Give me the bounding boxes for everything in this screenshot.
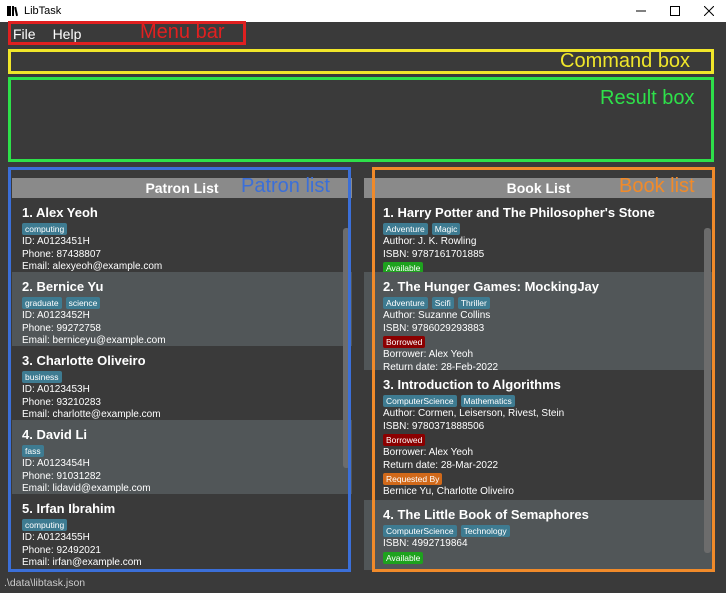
book-author: Author: Suzanne Collins	[383, 310, 491, 321]
book-title: 3. Introduction to Algorithms	[383, 377, 561, 392]
book-isbn: ISBN: 9787161701885	[383, 248, 485, 260]
book-isbn: ISBN: 9780371888506	[383, 420, 485, 432]
result-box	[12, 80, 712, 158]
book-tag: Adventure	[383, 223, 428, 235]
patron-name: 4. David Li	[22, 427, 88, 442]
patron-card[interactable]: 1. Alex Yeoh computing ID: A0123451H Pho…	[12, 198, 352, 272]
app-icon	[6, 5, 18, 17]
patron-phone: Phone: 92492021	[22, 544, 101, 556]
patron-phone: Phone: 87438807	[22, 248, 101, 260]
status-badge: Borrowed	[383, 434, 426, 446]
maximize-icon	[670, 6, 680, 16]
close-button[interactable]	[692, 0, 726, 22]
patron-id: ID: A0123453H	[22, 384, 90, 395]
patron-id: ID: A0123454H	[22, 458, 90, 469]
status-bar: .\data\libtask.json	[0, 572, 726, 593]
close-icon	[704, 6, 714, 16]
book-tag: ComputerScience	[383, 525, 457, 537]
book-author: Author: J. K. Rowling	[383, 236, 477, 247]
patron-tag: business	[22, 371, 62, 383]
menu-bar: File Help	[0, 22, 726, 46]
book-list-title: Book List	[506, 180, 571, 196]
patron-name: 2. Bernice Yu	[22, 279, 104, 294]
patron-tag: fass	[22, 445, 44, 457]
book-tag: Mathematics	[460, 395, 515, 407]
patron-name: 5. Irfan Ibrahim	[22, 501, 116, 516]
book-tag: ComputerScience	[383, 395, 457, 407]
patron-list-title: Patron List	[145, 180, 219, 196]
book-borrower: Borrower: Alex Yeoh	[383, 349, 474, 360]
book-list-scrollbar[interactable]	[704, 228, 711, 553]
patron-email: Email: irfan@example.com	[22, 557, 142, 568]
book-tag: Magic	[431, 223, 461, 235]
book-list[interactable]: 1. Harry Potter and The Philosopher's St…	[364, 198, 713, 570]
book-card[interactable]: 2. The Hunger Games: MockingJay Adventur…	[364, 272, 713, 373]
patron-list[interactable]: 1. Alex Yeoh computing ID: A0123451H Pho…	[12, 198, 352, 570]
requested-badge: Requested By	[383, 473, 443, 485]
patron-tag: science	[65, 297, 101, 309]
title-bar: LibTask	[0, 0, 726, 22]
patron-name: 3. Charlotte Oliveiro	[22, 353, 146, 368]
book-borrower: Borrower: Alex Yeoh	[383, 447, 474, 458]
patron-id: ID: A0123452H	[22, 310, 90, 321]
text-caret	[19, 9, 20, 24]
book-tag: Adventure	[383, 297, 428, 309]
minimize-button[interactable]	[624, 0, 658, 22]
book-list-header: Book List	[364, 178, 713, 198]
command-input[interactable]	[12, 52, 712, 72]
patron-list-header: Patron List	[12, 178, 352, 198]
status-badge: Borrowed	[383, 336, 426, 348]
patron-phone: Phone: 99272758	[22, 322, 101, 334]
book-tag: Technology	[460, 525, 510, 537]
status-badge: Available	[383, 551, 424, 564]
menu-file[interactable]: File	[13, 26, 36, 42]
patron-card[interactable]: 5. Irfan Ibrahim computing ID: A0123455H…	[12, 494, 352, 568]
patron-id: ID: A0123455H	[22, 532, 90, 543]
book-title: 1. Harry Potter and The Philosopher's St…	[383, 205, 655, 220]
book-list-panel: Book List 1. Harry Potter and The Philos…	[364, 178, 713, 570]
patron-card[interactable]: 2. Bernice Yu graduate science ID: A01234…	[12, 272, 352, 346]
patron-tag: graduate	[22, 297, 62, 309]
app-window: LibTask File Help Patron List 1. Alex Ye…	[0, 0, 726, 593]
book-tag: Thriller	[457, 297, 490, 309]
book-title: 2. The Hunger Games: MockingJay	[383, 279, 600, 294]
book-card[interactable]: 3. Introduction to Algorithms ComputerSc…	[364, 370, 713, 500]
book-author: Author: Cormen, Leiserson, Rivest, Stein	[383, 408, 565, 419]
window-title: LibTask	[24, 5, 62, 17]
book-card[interactable]: 1. Harry Potter and The Philosopher's St…	[364, 198, 713, 274]
book-title: 4. The Little Book of Semaphores	[383, 507, 589, 522]
patron-list-panel: Patron List 1. Alex Yeoh computing ID: A…	[12, 178, 352, 570]
book-isbn: ISBN: 9786029293883	[383, 322, 485, 334]
maximize-button[interactable]	[658, 0, 692, 22]
book-return-date: Return date: 28-Mar-2022	[383, 459, 499, 471]
patron-tag: computing	[22, 519, 68, 531]
book-requested-by: Bernice Yu, Charlotte Oliveiro	[383, 486, 514, 497]
book-isbn: ISBN: 4992719864	[383, 538, 468, 549]
patron-list-scrollbar[interactable]	[343, 228, 350, 468]
minimize-icon	[636, 10, 646, 12]
patron-tag: computing	[22, 223, 68, 235]
patron-phone: Phone: 91031282	[22, 470, 101, 482]
book-tag: Scifi	[431, 297, 454, 309]
menu-help[interactable]: Help	[53, 26, 82, 42]
patron-name: 1. Alex Yeoh	[22, 205, 98, 220]
patron-card[interactable]: 4. David Li fass ID: A0123454H Phone: 91…	[12, 420, 352, 494]
command-box	[0, 46, 726, 78]
book-card[interactable]: 4. The Little Book of Semaphores Compute…	[364, 500, 713, 570]
patron-phone: Phone: 93210283	[22, 396, 101, 408]
patron-id: ID: A0123451H	[22, 236, 90, 247]
patron-card[interactable]: 3. Charlotte Oliveiro business ID: A0123…	[12, 346, 352, 420]
data-file-path: .\data\libtask.json	[4, 576, 86, 589]
